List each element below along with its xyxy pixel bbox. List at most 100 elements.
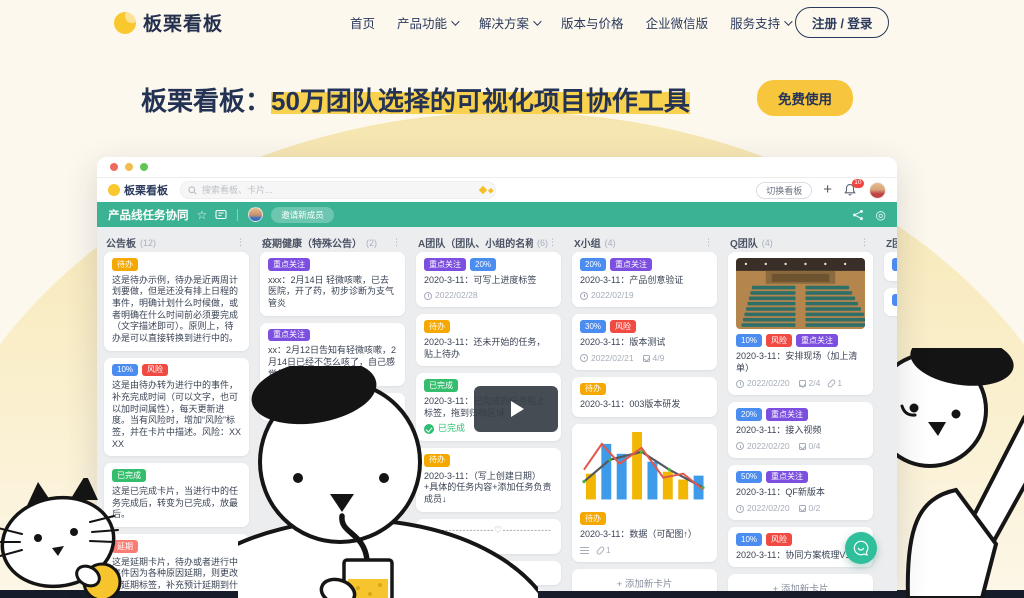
card-tag: 风险	[766, 334, 792, 347]
card-tag: 20%	[736, 408, 762, 421]
user-avatar[interactable]	[869, 182, 886, 199]
add-board-icon[interactable]: +	[823, 182, 832, 197]
column-menu-icon[interactable]: ⋮	[392, 237, 401, 248]
board-settings-icon[interactable]: ◎	[876, 209, 886, 221]
kanban-card[interactable]: 重点关注20%2020-3-11：可写上进度标签2022/02/28	[416, 252, 561, 307]
tag-row: 10%风险	[112, 364, 241, 377]
chat-bubble-icon	[852, 539, 870, 557]
meta-value: 2022/02/19	[591, 290, 634, 301]
column-header: Q团队 (4) ⋮	[728, 233, 873, 252]
invite-member-button[interactable]: 邀请新成员	[271, 207, 334, 223]
kanban-card[interactable]: 20%	[884, 252, 897, 281]
tag-row: 待办	[424, 320, 553, 333]
site-logo-text: 板栗看板	[143, 9, 223, 36]
column-name: Z团队	[886, 235, 897, 250]
column-menu-icon[interactable]: ⋮	[860, 237, 869, 248]
card-text: xxx：2月14日 轻微咳嗽，已去医院，开了药，初步诊断为支气管炎	[268, 275, 397, 310]
share-icon[interactable]	[852, 209, 864, 221]
free-use-button[interactable]: 免费使用	[757, 80, 853, 116]
card-tag: 重点关注	[268, 258, 310, 271]
chevron-down-icon	[784, 17, 792, 25]
tag-row: 30%风险	[580, 320, 709, 333]
list-icon	[580, 547, 589, 554]
column-name: 疫期健康（特殊公告）	[262, 235, 362, 250]
kanban-card[interactable]: 20%重点关注2020-3-11：产品创意验证2022/02/19	[572, 252, 717, 307]
card-tag: 20%	[580, 258, 606, 271]
clock-icon	[736, 380, 744, 388]
nav-item[interactable]: 首页	[350, 13, 375, 32]
auditorium-photo	[736, 258, 865, 329]
card-text: 2020-3-11：003版本研发	[580, 399, 709, 411]
card-tag: 30%	[892, 294, 897, 307]
clock-icon	[580, 354, 588, 362]
card-tag: 风险	[766, 533, 792, 546]
card-text: 2020-3-11：可写上进度标签	[424, 275, 553, 287]
kanban-card[interactable]: 重点关注 xxx：2月14日 轻微咳嗽，已去医院，开了药，初步诊断为支气管炎	[260, 252, 405, 316]
kanban-card[interactable]: 10%风险这是由待办转为进行中的事件，补充完成时间（可以文字，也可以加时间属性）…	[104, 358, 249, 457]
board-view-icon[interactable]	[215, 209, 227, 220]
meta-value: 2022/02/21	[591, 353, 634, 364]
card-text: 这是由待办转为进行中的事件，补充完成时间（可以文字，也可以加时间属性），每天更新…	[112, 380, 241, 450]
favorite-star-icon[interactable]: ☆	[197, 209, 208, 221]
clock-icon	[580, 292, 588, 300]
column-header: A团队（团队、小组的名称）(6)⋮	[416, 233, 561, 252]
maximize-window-icon[interactable]	[140, 163, 148, 171]
tag-row: 30%	[892, 294, 897, 307]
site-logo[interactable]: 板栗看板	[114, 9, 223, 36]
notifications-bell[interactable]: 10	[843, 183, 858, 198]
add-card-button[interactable]: + 添加新卡片	[572, 569, 717, 591]
column-count: (6)	[537, 238, 548, 248]
clock-icon	[424, 292, 432, 300]
kanban-card[interactable]: 20%重点关注2020-3-11：接入视频2022/02/200/4	[728, 402, 873, 457]
nav-item[interactable]: 版本与价格	[561, 13, 624, 32]
title-highlight: 50万团队选择的可视化项目协作工具	[271, 86, 690, 116]
column-header: X小组(4)⋮	[572, 233, 717, 252]
meta-value: 0/4	[809, 441, 821, 452]
switch-board-button[interactable]: 切换看板	[756, 182, 812, 199]
check-icon	[799, 443, 806, 450]
minimize-window-icon[interactable]	[125, 163, 133, 171]
kanban-card[interactable]: 待办这是待办示例，待办是近两周计划要做，但是还没有排上日程的事件，明确计划什么时…	[104, 252, 249, 351]
app-logo[interactable]: 板栗看板	[108, 182, 168, 198]
kanban-card[interactable]: 待办2020-3-11：003版本研发	[572, 377, 717, 417]
nav-item[interactable]: 企业微信版	[646, 13, 709, 32]
toolbar-divider	[237, 209, 238, 221]
top-nav: 板栗看板 首页 产品功能 解决方案 版本与价格 企业微信版 服务支持 注册 / 登录	[0, 0, 1024, 44]
card-tag: 30%	[580, 320, 606, 333]
column-menu-icon[interactable]: ⋮	[236, 237, 245, 248]
page-title: 板栗看板：50万团队选择的可视化项目协作工具	[141, 81, 690, 118]
card-tag: 10%	[736, 533, 762, 546]
column-menu-icon[interactable]: ⋮	[704, 237, 713, 248]
landing-page: 板栗看板 首页 产品功能 解决方案 版本与价格 企业微信版 服务支持 注册 / 登录 板栗…	[0, 0, 1024, 598]
tag-row: 20%重点关注	[736, 408, 865, 421]
nav-item[interactable]: 产品功能	[397, 13, 457, 32]
kanban-card[interactable]: 50%重点关注2020-3-11：QF新版本2022/02/200/2	[728, 465, 873, 520]
kanban-card[interactable]: 30%风险2020-3-11：版本测试2022/02/214/9	[572, 314, 717, 369]
close-window-icon[interactable]	[110, 163, 118, 171]
meta-value: 1	[606, 545, 611, 556]
search-box[interactable]	[180, 181, 496, 199]
kanban-card[interactable]: 30%	[884, 288, 897, 317]
app-header: 板栗看板 切换看板 + 10	[97, 178, 897, 202]
kanban-card[interactable]: 待办2020-3-11：数据（可配图↑）1	[572, 424, 717, 562]
app-logo-text: 板栗看板	[124, 182, 168, 198]
register-login-button[interactable]: 注册 / 登录	[795, 7, 889, 38]
search-input[interactable]	[202, 185, 452, 195]
customer-chat-button[interactable]	[845, 532, 877, 564]
column-header: Z团队⋮	[884, 233, 897, 252]
column-name: Q团队	[730, 235, 758, 250]
kanban-card[interactable]: 待办2020-3-11：还未开始的任务，贴上待办	[416, 314, 561, 366]
card-tag: 20%	[892, 258, 897, 271]
nav-item[interactable]: 服务支持	[730, 13, 790, 32]
add-card-button[interactable]: + 添加新卡片	[728, 574, 873, 591]
kanban-card[interactable]: 10%风险重点关注2020-3-11：安排现场（加上清单）2022/02/202…	[728, 252, 873, 395]
card-tag: 待办	[580, 512, 606, 525]
member-avatar[interactable]	[248, 207, 263, 222]
title-prefix: 板栗看板：	[141, 86, 271, 116]
card-tag: 50%	[736, 471, 762, 484]
column-menu-icon[interactable]: ⋮	[548, 237, 557, 248]
column-count: (4)	[762, 238, 773, 248]
meta-value: 4/9	[653, 353, 665, 364]
card-tag: 待办	[112, 258, 138, 271]
nav-item[interactable]: 解决方案	[479, 13, 539, 32]
